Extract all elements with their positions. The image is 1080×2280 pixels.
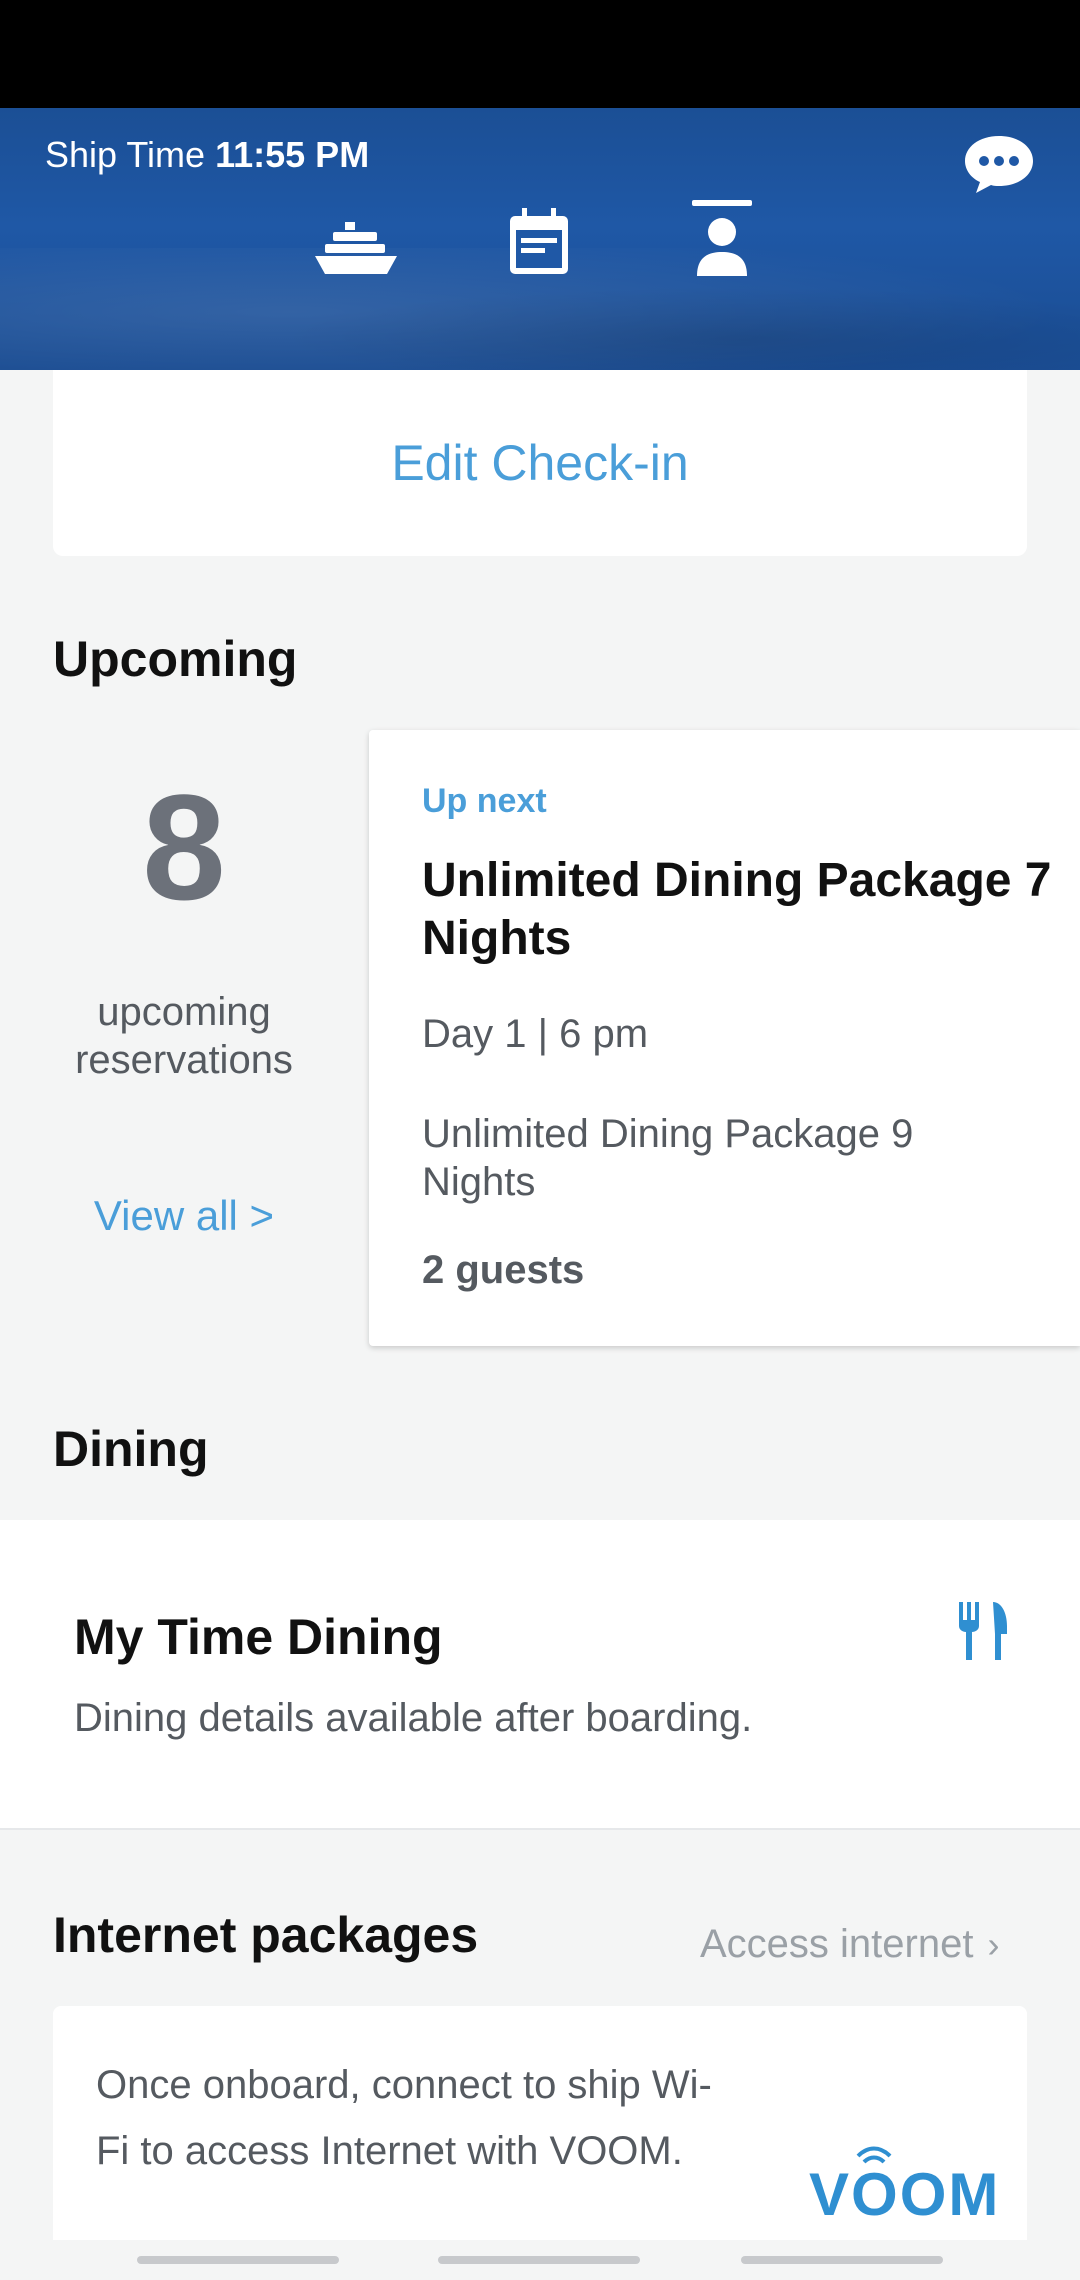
wifi-icon — [856, 2146, 892, 2164]
status-bar — [0, 0, 1080, 108]
reservation-card[interactable]: Up next Unlimited Dining Package 7 Night… — [369, 730, 1080, 1346]
fork-knife-icon — [959, 1602, 1007, 1660]
dining-title: Dining — [53, 1421, 209, 1477]
ship-time: Ship Time 11:55 PM — [45, 134, 369, 176]
voom-logo: VOOM — [809, 2146, 1001, 2229]
access-internet-link[interactable]: Access internet › — [700, 1922, 999, 1967]
dining-card-title: My Time Dining — [74, 1609, 443, 1665]
ship-icon[interactable] — [311, 198, 401, 288]
up-next-label: Up next — [422, 782, 547, 820]
chat-bubble-icon[interactable] — [962, 132, 1036, 196]
reservation-guests: 2 guests — [422, 1248, 585, 1292]
view-all-link[interactable]: View all > — [53, 1192, 315, 1240]
header-bar: Ship Time 11:55 PM — [0, 108, 1080, 370]
internet-card: Once onboard, connect to ship Wi-Fi to a… — [53, 2006, 1027, 2240]
internet-title: Internet packages — [53, 1907, 479, 1963]
voom-logo-text: VOOM — [809, 2161, 1001, 2228]
reservation-time: Day 1 | 6 pm — [422, 1012, 649, 1056]
upcoming-count-label: upcoming reservations — [75, 990, 293, 1082]
reservation-description: Unlimited Dining Package 9 Nights — [422, 1112, 914, 1204]
nav-handle-left[interactable] — [137, 2256, 339, 2264]
edit-checkin-label: Edit Check-in — [391, 435, 689, 491]
calendar-icon[interactable] — [494, 198, 584, 288]
reservation-title: Unlimited Dining Package 7 Nights — [422, 854, 1052, 965]
internet-info-text: Once onboard, connect to ship Wi-Fi to a… — [96, 2063, 712, 2173]
nav-handle-center[interactable] — [438, 2256, 640, 2264]
edit-checkin-button[interactable]: Edit Check-in — [53, 370, 1027, 556]
dining-card[interactable]: My Time Dining Dining details available … — [0, 1520, 1080, 1830]
nav-handle-right[interactable] — [741, 2256, 943, 2264]
upcoming-count: 8 — [142, 763, 226, 931]
ship-time-label: Ship Time — [45, 134, 206, 175]
access-internet-label: Access internet — [700, 1922, 974, 1966]
chevron-right-icon: › — [987, 1924, 1000, 1965]
upcoming-title: Upcoming — [53, 631, 298, 687]
person-icon[interactable] — [677, 198, 767, 288]
ship-time-value: 11:55 PM — [215, 134, 370, 175]
dining-card-subtitle: Dining details available after boarding. — [74, 1696, 753, 1740]
